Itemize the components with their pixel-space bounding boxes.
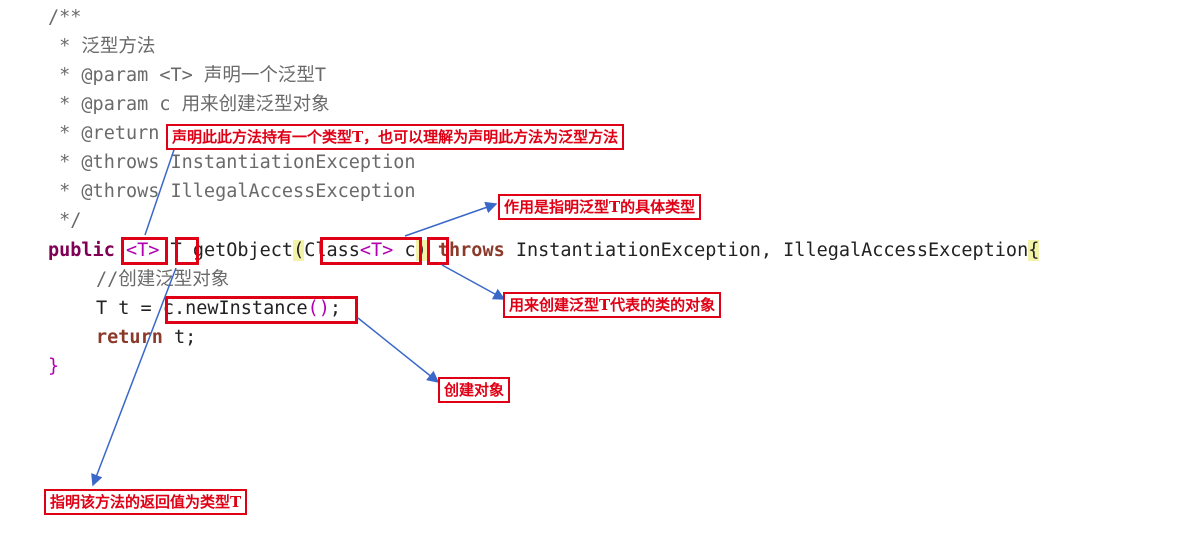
note-type-param: 声明此此方法持有一个类型T，也可以理解为声明此方法为泛型方法 — [166, 124, 625, 150]
annotation-arrows — [91, 136, 506, 487]
note-param-c: 用来创建泛型T代表的类的对象 — [503, 292, 722, 318]
note-class-param: 作用是指明泛型T的具体类型 — [498, 194, 702, 220]
arrow-type-param — [144, 136, 181, 236]
note-create-object: 创建对象 — [438, 377, 511, 403]
note-return-type: 指明该方法的返回值为类型T — [44, 489, 248, 515]
arrow-param-c — [441, 264, 506, 300]
arrow-return-type — [91, 267, 177, 487]
arrow-class-param — [404, 201, 498, 237]
arrow-new-instance — [357, 317, 440, 383]
